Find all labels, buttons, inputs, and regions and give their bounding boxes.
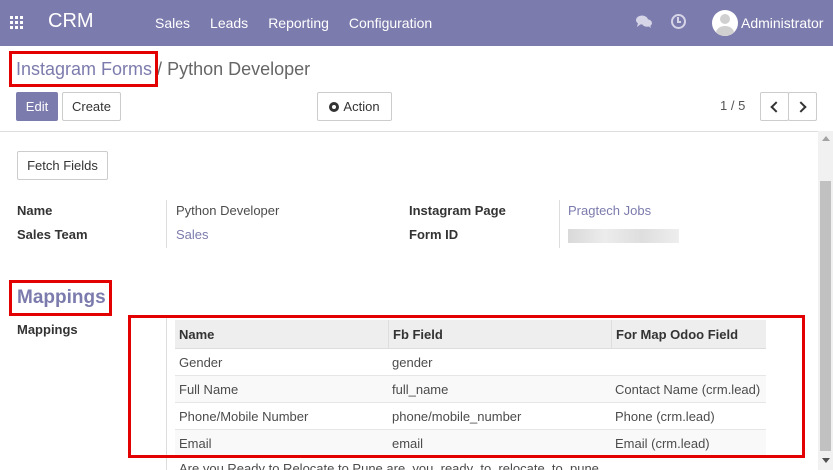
- scroll-up-arrow-icon[interactable]: [822, 136, 830, 141]
- form-id-label: Form ID: [409, 227, 459, 242]
- scrollbar-thumb[interactable]: [820, 181, 831, 451]
- column-header-name[interactable]: Name: [175, 320, 388, 348]
- instagram-page-label: Instagram Page: [409, 203, 506, 218]
- column-header-odoo-field[interactable]: For Map Odoo Field: [611, 320, 766, 348]
- create-button[interactable]: Create: [62, 92, 121, 121]
- field-divider: [559, 200, 560, 248]
- form-id-value-redacted: [568, 229, 679, 243]
- name-label: Name: [17, 203, 53, 218]
- chevron-right-icon: [795, 100, 807, 113]
- top-navbar: CRM Sales Leads Reporting Configuration …: [0, 0, 833, 46]
- cell-fb-field: email: [392, 435, 424, 451]
- menu-item-configuration[interactable]: Configuration: [349, 15, 432, 31]
- menu-item-reporting[interactable]: Reporting: [268, 15, 329, 31]
- cell-odoo-field: [611, 349, 766, 375]
- avatar[interactable]: [712, 10, 738, 36]
- section-title-mappings: Mappings: [17, 287, 106, 308]
- menu-item-sales[interactable]: Sales: [155, 15, 190, 31]
- cell-fb-field: phone/mobile_number: [392, 408, 522, 424]
- cell-name: Email: [179, 435, 212, 451]
- action-button-label: Action: [343, 99, 380, 114]
- gear-icon: [329, 101, 340, 112]
- cell-name: Phone/Mobile Number: [179, 408, 309, 424]
- fetch-fields-label: Fetch Fields: [27, 158, 98, 173]
- activity-clock-icon[interactable]: [671, 14, 686, 29]
- field-divider: [166, 318, 167, 470]
- mappings-label: Mappings: [17, 322, 78, 337]
- column-header-fb-field[interactable]: Fb Field: [388, 320, 611, 348]
- cell-name: Gender: [179, 354, 223, 370]
- create-button-label: Create: [71, 99, 112, 114]
- pager-previous-button[interactable]: [760, 92, 789, 121]
- scroll-down-arrow-icon[interactable]: [822, 458, 830, 463]
- table-header: Name Fb Field For Map Odoo Field: [175, 320, 766, 349]
- mappings-table: Name Fb Field For Map Odoo Field Gender …: [175, 320, 766, 457]
- cell-fb-field: gender: [392, 354, 433, 370]
- cell-odoo-field: Phone (crm.lead): [615, 408, 715, 424]
- chevron-left-icon: [770, 100, 782, 113]
- sales-team-label: Sales Team: [17, 227, 88, 242]
- user-menu[interactable]: Administrator: [741, 15, 823, 31]
- cell-odoo-field: Contact Name (crm.lead): [615, 381, 761, 397]
- chat-icon[interactable]: [636, 15, 652, 29]
- table-row[interactable]: Gender gender: [175, 349, 766, 376]
- cell-odoo-field: Email (crm.lead): [615, 435, 710, 451]
- apps-menu-icon[interactable]: [10, 16, 23, 29]
- pager-next-button[interactable]: [788, 92, 817, 121]
- table-row[interactable]: Full Name full_name Contact Name (crm.le…: [175, 376, 766, 403]
- pager-value: 1 / 5: [720, 98, 746, 113]
- instagram-page-link[interactable]: Pragtech Jobs: [568, 203, 651, 218]
- action-button[interactable]: Action: [317, 92, 392, 121]
- breadcrumb: Instagram Forms / Python Developer: [16, 59, 310, 80]
- app-brand: CRM: [48, 10, 94, 32]
- cell-name: Full Name: [179, 381, 239, 397]
- edit-button[interactable]: Edit: [16, 92, 58, 121]
- table-row[interactable]: Phone/Mobile Number phone/mobile_number …: [175, 403, 766, 430]
- breadcrumb-parent[interactable]: Instagram Forms: [16, 59, 152, 79]
- name-value: Python Developer: [176, 203, 280, 218]
- table-row-partial[interactable]: Are you Ready to Relocate to Pune are_yo…: [179, 461, 599, 470]
- field-divider: [166, 200, 167, 248]
- fetch-fields-button[interactable]: Fetch Fields: [17, 151, 108, 180]
- sales-team-link[interactable]: Sales: [176, 227, 209, 242]
- breadcrumb-current: Python Developer: [167, 59, 311, 79]
- breadcrumb-separator: /: [157, 59, 163, 79]
- table-row[interactable]: Email email Email (crm.lead): [175, 430, 766, 457]
- cell-fb-field: full_name: [392, 381, 449, 397]
- main-menu: Sales Leads Reporting Configuration: [155, 15, 452, 31]
- menu-item-leads[interactable]: Leads: [210, 15, 248, 31]
